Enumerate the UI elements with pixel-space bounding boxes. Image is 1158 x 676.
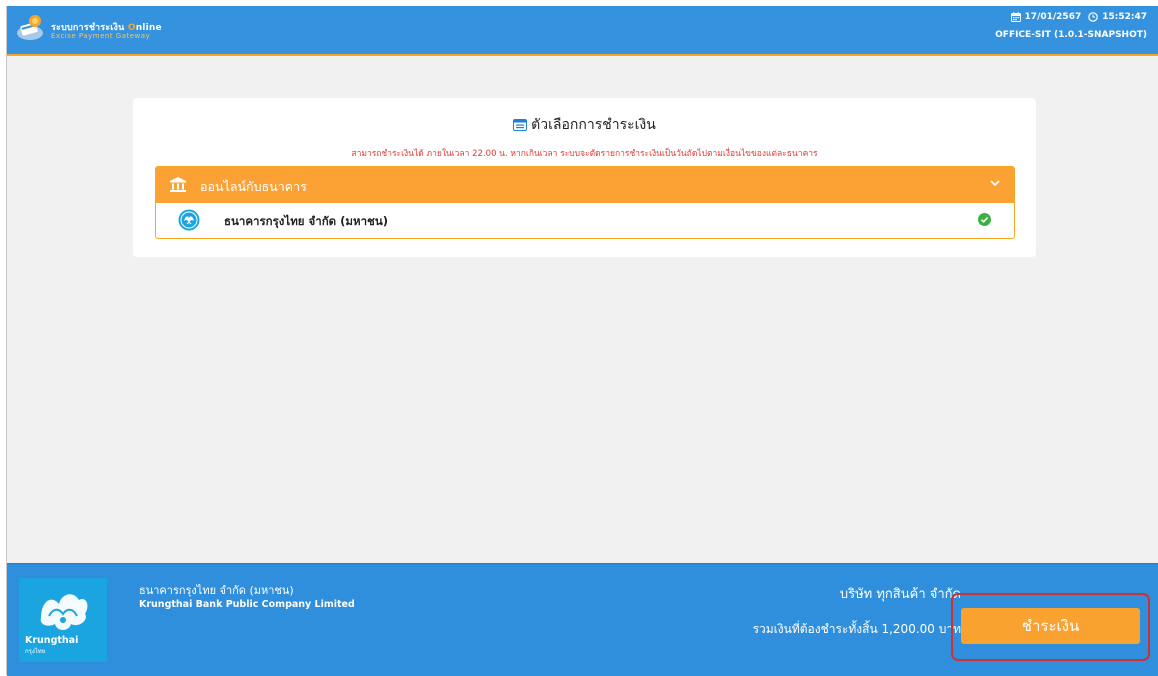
krungthai-logo-text: Krungthai: [25, 635, 79, 646]
payment-time-notice: สามารถชำระเงินได้ ภายในเวลา 22.00 น. หาก…: [351, 149, 818, 159]
clock-icon: [1088, 12, 1099, 22]
krungthai-logo-subtext: กรุงไทย: [25, 648, 46, 655]
krungthai-logo-icon: [178, 209, 200, 231]
pay-button[interactable]: ชำระเงิน: [961, 608, 1140, 644]
current-date: 17/01/2567: [1024, 12, 1082, 22]
online-banking-label: ออนไลน์กับธนาคาร: [200, 179, 307, 194]
payment-footer: Krungthai กรุงไทย ธนาคารกรุงไทย จำกัด (ม…: [7, 563, 1158, 676]
krungthai-logo: Krungthai กรุงไทย: [19, 578, 107, 662]
bank-option-krungthai[interactable]: ธนาคารกรุงไทย จำกัด (มหาชน): [156, 203, 1014, 238]
current-time: 15:52:47: [1102, 12, 1147, 22]
chevron-down-icon[interactable]: [990, 180, 1000, 187]
calendar-icon: [1010, 12, 1021, 22]
footer-bank-name-en: Krungthai Bank Public Company Limited: [139, 599, 355, 610]
company-name: บริษัท ทุกสินค้า จำกัด: [839, 587, 961, 602]
bank-building-icon: [170, 177, 186, 192]
krungthai-bird-icon: [40, 594, 88, 630]
check-circle-icon: [978, 213, 991, 226]
app-window: ระบบการชำระเงิน Online Excise Payment Ga…: [6, 6, 1158, 676]
total-amount: รวมเงินที่ต้องชำระทั้งสิ้น 1,200.00 บาท: [752, 622, 961, 636]
online-banking-header[interactable]: ออนไลน์กับธนาคาร: [156, 167, 1014, 203]
bank-name: ธนาคารกรุงไทย จำกัด (มหาชน): [224, 214, 388, 228]
footer-bank-name-th: ธนาคารกรุงไทย จำกัด (มหาชน): [139, 584, 294, 597]
payment-options-title: ตัวเลือกการชำระเงิน: [133, 114, 1036, 136]
payment-options-card: ตัวเลือกการชำระเงิน สามารถชำระเงินได้ ภา…: [133, 98, 1036, 257]
pay-button-highlight: ชำระเงิน: [951, 593, 1150, 661]
environment-label: OFFICE-SIT (1.0.1-SNAPSHOT): [995, 30, 1147, 40]
payment-logo-icon: [17, 15, 43, 40]
list-icon: [513, 119, 528, 131]
header-info: 17/01/2567 15:52:47 OFFICE-SIT (1.0.1-SN…: [995, 12, 1147, 40]
top-bar: ระบบการชำระเงิน Online Excise Payment Ga…: [7, 6, 1158, 56]
online-banking-accordion: ออนไลน์กับธนาคาร ธนาคารกรุงไทย จำกัด (มห…: [155, 166, 1015, 239]
app-subtitle: Excise Payment Gateway: [51, 32, 151, 40]
